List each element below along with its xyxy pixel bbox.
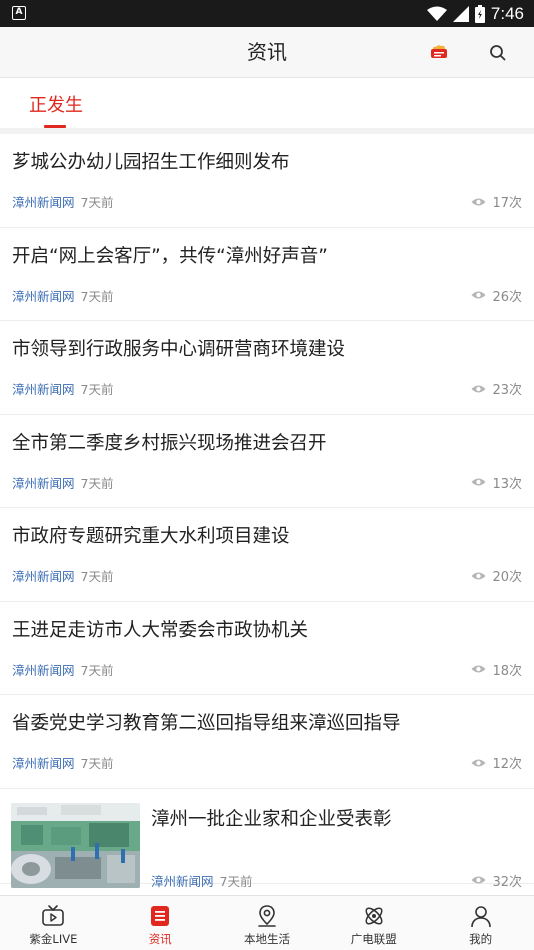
eye-icon	[471, 665, 486, 673]
nav-label: 广电联盟	[350, 932, 397, 946]
view-count-value: 23次	[492, 383, 522, 398]
eye-icon	[471, 385, 486, 392]
news-source: 漳州新闻网	[12, 662, 75, 678]
bottom-nav: 紫金LIVE 资讯 本地生活 广电联盟 我的	[0, 895, 534, 950]
view-count: 17次	[471, 192, 522, 211]
view-count: 12次	[471, 753, 522, 772]
eye-icon	[471, 291, 486, 299]
view-count-value: 32次	[492, 874, 522, 890]
view-count: 18次	[471, 660, 522, 679]
news-item[interactable]: 王进足走访市人大常委会市政协机关 漳州新闻网 7天前 18次	[0, 601, 534, 695]
news-source: 漳州新闻网	[12, 288, 75, 304]
news-meta: 漳州新闻网 7天前	[12, 286, 113, 305]
status-bar: A 7:46	[0, 0, 534, 27]
view-count-value: 12次	[492, 757, 522, 772]
cell-signal-icon	[452, 5, 469, 22]
news-headline[interactable]: 王进足走访市人大常委会市政协机关	[12, 616, 308, 642]
view-count: 23次	[471, 379, 522, 398]
wifi-icon	[426, 6, 447, 21]
news-headline[interactable]: 漳州一批企业家和企业受表彰	[151, 805, 392, 831]
news-list: 芗城公办幼儿园招生工作细则发布 漳州新闻网 7天前 17次 开启“网上会客厅”，共…	[0, 134, 534, 890]
view-count: 26次	[471, 286, 522, 305]
news-time: 7天前	[80, 195, 114, 210]
status-icons: 7:46	[426, 0, 524, 27]
nav-item-zijin-live[interactable]: 紫金LIVE	[0, 896, 107, 950]
nav-item-mine[interactable]: 我的	[427, 896, 534, 950]
view-count-value: 18次	[492, 663, 522, 679]
nav-item-local-life[interactable]: 本地生活	[214, 896, 321, 950]
view-count-value: 17次	[492, 196, 522, 211]
nav-item-broadcast-alliance[interactable]: 广电联盟	[320, 896, 427, 950]
news-headline[interactable]: 全市第二季度乡村振兴现场推进会召开	[12, 429, 327, 455]
notification-a-icon: A	[12, 6, 26, 20]
news-headline[interactable]: 开启“网上会客厅”，共传“漳州好声音”	[12, 242, 328, 268]
news-meta: 漳州新闻网 7天前	[12, 566, 113, 585]
news-headline[interactable]: 省委党史学习教育第二巡回指导组来漳巡回指导	[12, 709, 401, 735]
search-icon[interactable]	[488, 43, 508, 63]
eye-icon	[471, 572, 486, 579]
news-headline[interactable]: 市领导到行政服务中心调研营商环境建设	[12, 335, 345, 361]
tv-icon	[42, 905, 65, 926]
news-meta: 漳州新闻网 7天前	[12, 379, 113, 398]
view-count: 32次	[471, 871, 522, 890]
news-meta: 漳州新闻网 7天前	[12, 192, 113, 211]
news-source: 漳州新闻网	[12, 475, 75, 491]
weather-badge-icon[interactable]	[430, 44, 448, 60]
news-meta: 漳州新闻网 7天前	[12, 660, 113, 679]
user-icon	[470, 906, 491, 928]
news-item[interactable]: 市政府专题研究重大水利项目建设 漳州新闻网 7天前 20次	[0, 508, 534, 602]
news-headline[interactable]: 市政府专题研究重大水利项目建设	[12, 522, 290, 548]
news-item[interactable]: 芗城公办幼儿园招生工作细则发布 漳州新闻网 7天前 17次	[0, 134, 534, 228]
news-list-icon	[151, 906, 170, 926]
location-pin-icon	[258, 905, 276, 927]
app-header: 资讯	[0, 27, 534, 78]
news-item[interactable]: 省委党史学习教育第二巡回指导组来漳巡回指导 漳州新闻网 7天前 12次	[0, 695, 534, 789]
view-count-value: 20次	[492, 570, 522, 585]
news-item[interactable]: 开启“网上会客厅”，共传“漳州好声音” 漳州新闻网 7天前 26次	[0, 227, 534, 321]
tab-zhengfasheng[interactable]: 正发生	[29, 91, 83, 117]
eye-icon	[471, 478, 486, 486]
view-count-value: 13次	[492, 476, 522, 492]
eye-icon	[471, 198, 486, 205]
news-item[interactable]: 市领导到行政服务中心调研营商环境建设 漳州新闻网 7天前 23次	[0, 321, 534, 415]
nav-item-news[interactable]: 资讯	[107, 896, 214, 950]
news-meta: 漳州新闻网 7天前	[12, 473, 113, 492]
view-count: 20次	[471, 566, 522, 585]
news-time: 7天前	[80, 382, 114, 397]
nav-label: 资讯	[148, 932, 172, 946]
news-thumbnail[interactable]	[11, 802, 140, 888]
news-time: 7天前	[80, 475, 114, 491]
eye-icon	[471, 759, 486, 766]
eye-icon	[471, 876, 486, 884]
view-count-value: 26次	[492, 289, 522, 305]
status-time: 7:46	[490, 3, 524, 23]
atom-icon	[365, 907, 383, 925]
news-item[interactable]: 全市第二季度乡村振兴现场推进会召开 漳州新闻网 7天前 13次	[0, 414, 534, 508]
page-title: 资讯	[247, 40, 287, 64]
news-time: 7天前	[80, 288, 114, 304]
news-headline[interactable]: 芗城公办幼儿园招生工作细则发布	[12, 148, 290, 174]
view-count: 13次	[471, 473, 522, 492]
news-source: 漳州新闻网	[151, 873, 214, 889]
news-source: 漳州新闻网	[12, 569, 75, 584]
news-time: 7天前	[80, 756, 114, 771]
nav-label: 我的	[469, 932, 493, 946]
battery-icon	[474, 4, 485, 23]
news-item-with-image[interactable]: 漳州一批企业家和企业受表彰 漳州新闻网 7天前 32次	[0, 788, 534, 890]
news-source: 漳州新闻网	[12, 382, 75, 397]
news-time: 7天前	[80, 569, 114, 584]
news-time: 7天前	[80, 662, 114, 678]
news-meta: 漳州新闻网 7天前	[151, 871, 252, 890]
nav-label: 紫金LIVE	[29, 932, 78, 946]
news-time: 7天前	[219, 873, 253, 889]
news-source: 漳州新闻网	[12, 195, 75, 210]
nav-label: 本地生活	[243, 932, 290, 946]
news-meta: 漳州新闻网 7天前	[12, 753, 113, 772]
category-tabs: 正发生	[0, 78, 534, 128]
news-source: 漳州新闻网	[12, 756, 75, 771]
